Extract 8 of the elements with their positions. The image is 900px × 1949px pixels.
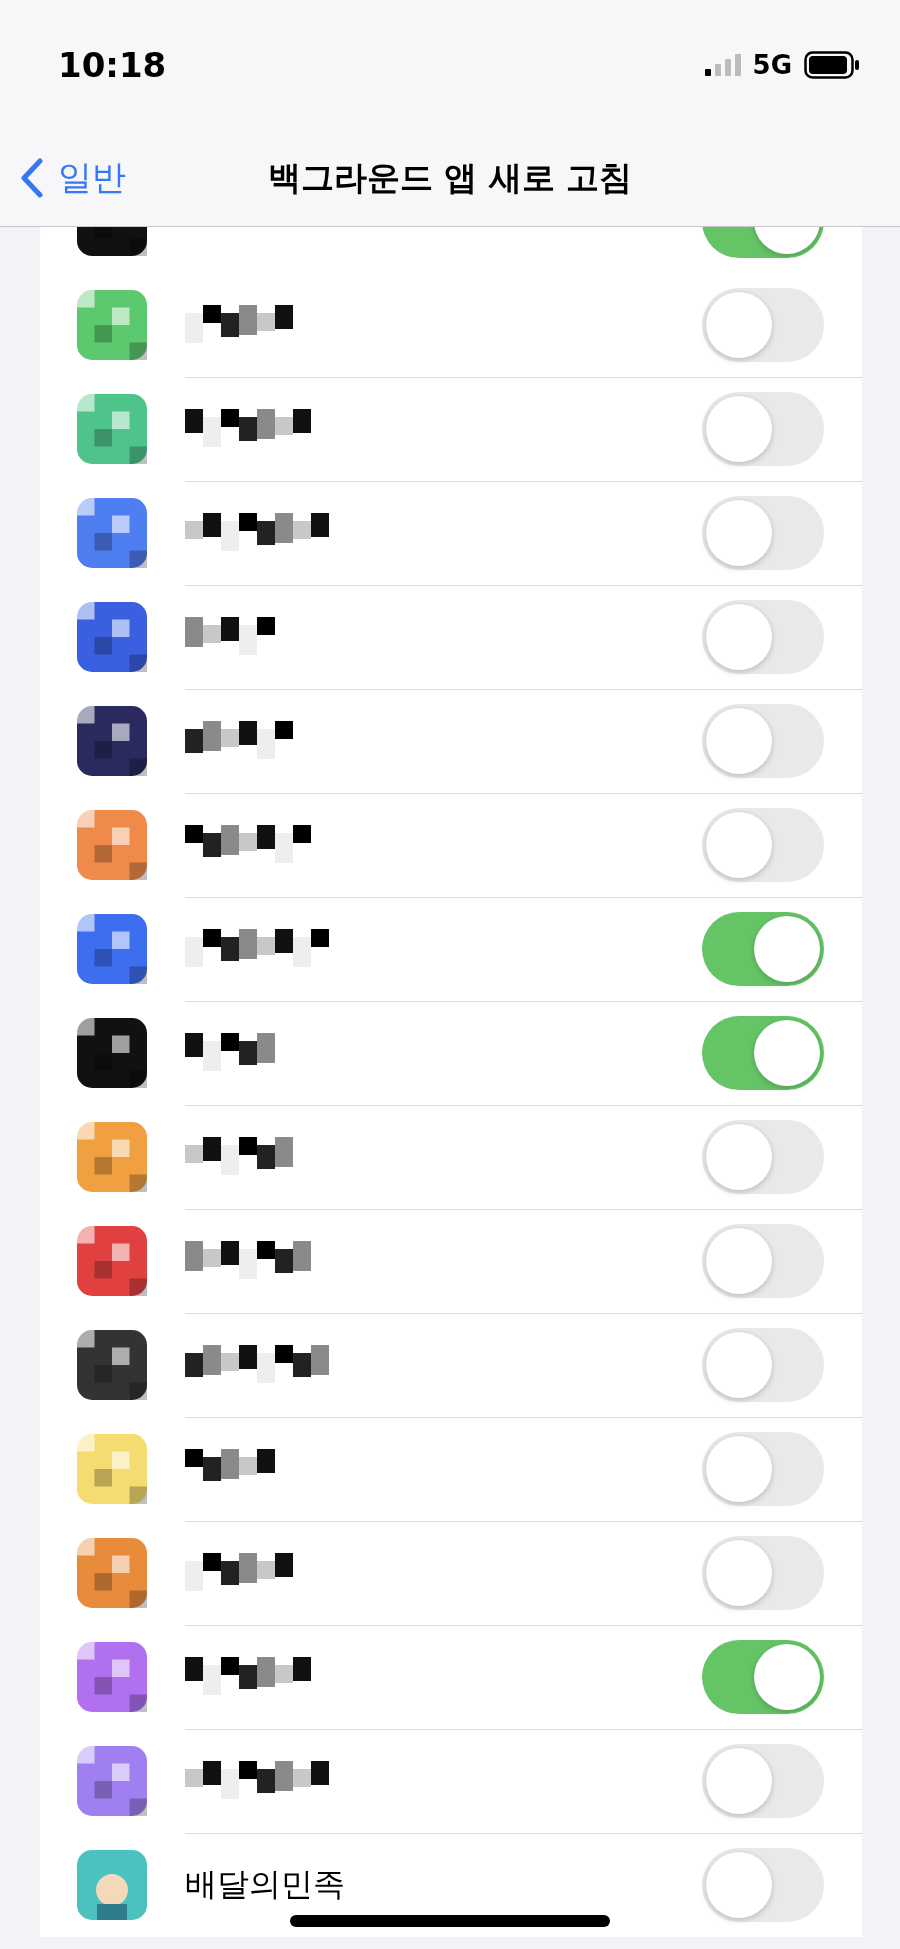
status-time: 10:18 (58, 45, 167, 85)
app-name: 배달의민족 (185, 1864, 345, 1905)
chevron-left-icon (20, 158, 44, 198)
page-title: 백그라운드 앱 새로 고침 (267, 156, 633, 199)
battery-icon (804, 51, 860, 79)
signal-icon (704, 54, 741, 76)
network-label: 5G (752, 50, 792, 80)
back-button[interactable]: 일반 (20, 155, 126, 201)
